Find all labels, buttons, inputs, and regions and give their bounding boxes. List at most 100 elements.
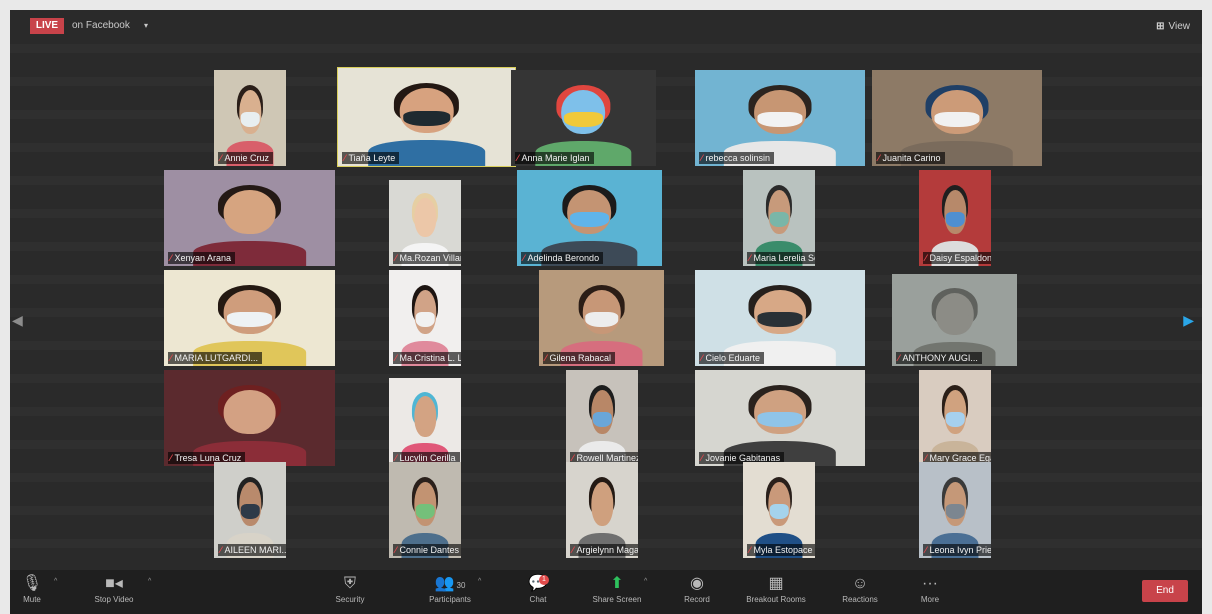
more-icon: ···	[895, 574, 965, 594]
shield-button[interactable]: ⛨ Security	[315, 574, 385, 606]
participant-name: Juanita Carino	[882, 153, 941, 163]
participant-name: Anna Marie Iglan	[521, 153, 590, 163]
face-mask	[934, 111, 980, 128]
face-mask	[226, 411, 273, 428]
participant-name: Leona Ivyn Prieto	[929, 545, 991, 555]
toolbar-label: Stop Video	[94, 595, 134, 604]
participant-tile[interactable]: ⁄ MARIA LUTGARDI...	[164, 270, 335, 366]
participant-tile[interactable]: ⁄ Juanita Carino	[872, 70, 1042, 166]
participant-tile[interactable]: ⁄ rebecca solinsin	[695, 70, 865, 166]
face-mask	[415, 503, 435, 520]
muted-mic-icon: ⁄	[701, 153, 703, 163]
toolbar-label: Share Screen	[592, 595, 642, 604]
participant-name: Maria Lerelia Sot...	[753, 253, 815, 263]
muted-mic-icon: ⁄	[925, 545, 927, 555]
face-mask	[240, 111, 260, 128]
participant-name: Myla Estopace	[753, 545, 813, 555]
participant-name-label: ⁄ Juanita Carino	[876, 152, 945, 164]
end-meeting-button[interactable]: End	[1142, 580, 1188, 602]
muted-mic-icon: ⁄	[572, 545, 574, 555]
participant-tile[interactable]: ⁄ Tresa Luna Cruz	[164, 370, 335, 466]
participant-name-label: ⁄ ANTHONY AUGI...	[896, 352, 982, 364]
face-mask	[757, 111, 803, 128]
toolbar-label: Breakout Rooms	[746, 595, 806, 604]
reactions-button[interactable]: ☺ Reactions	[825, 574, 895, 606]
participant-count: 30	[456, 581, 466, 590]
camera-button[interactable]: ■◂ Stop Video	[79, 574, 149, 606]
participant-tile[interactable]: ⁄ Gilena Rabacal	[539, 270, 664, 366]
participant-name-label: ⁄ rebecca solinsin	[699, 152, 775, 164]
participant-name-label: ⁄Ma.Cristina L. Lu...	[393, 352, 461, 364]
participant-tile[interactable]: ⁄Ma.Cristina L. Lu...	[389, 270, 461, 366]
muted-mic-icon: ⁄	[749, 545, 751, 555]
participant-tile[interactable]: ⁄ Xenyan Arana	[164, 170, 335, 266]
live-destination[interactable]: on Facebook	[72, 18, 130, 34]
participant-tile[interactable]: ⁄Mary Grace Egala	[919, 370, 991, 466]
participant-tile[interactable]: ⁄ Adelinda Berondo	[517, 170, 662, 266]
chevron-left-icon[interactable]: ◀	[12, 312, 23, 329]
participant-tile[interactable]: ⁄Leona Ivyn Prieto	[919, 462, 991, 558]
face-mask	[769, 211, 789, 228]
participant-tile[interactable]: ⁄ Jovanie Gabitanas	[695, 370, 865, 466]
participant-tile[interactable]: ⁄ Lucylin Cerilla	[389, 378, 461, 466]
chevron-up-icon[interactable]: ^	[54, 578, 57, 585]
muted-mic-icon: ⁄	[898, 353, 900, 363]
toolbar-label: Chat	[529, 595, 547, 604]
muted-mic-icon: ⁄	[878, 153, 880, 163]
view-button[interactable]: ⊞ View	[1156, 21, 1190, 32]
chat-button[interactable]: 💬 1 Chat	[503, 574, 573, 606]
participant-name: Ma.Rozan Villanu...	[399, 253, 461, 263]
participant-tile[interactable]: ⁄ Cielo Eduarte	[695, 270, 865, 366]
participant-tile[interactable]: ⁄ Daisy Espaldon	[919, 170, 991, 266]
participants-button[interactable]: 👥 30 Participants	[415, 574, 485, 606]
participant-name-label: ⁄ MARIA LUTGARDI...	[168, 352, 263, 364]
participant-tile[interactable]: ⁄Ma.Rozan Villanu...	[389, 180, 461, 266]
share-screen-button[interactable]: ⬆ Share Screen	[582, 574, 652, 606]
face-mask	[757, 411, 803, 428]
participant-tile[interactable]: ⁄Maria Lerelia Sot...	[743, 170, 815, 266]
record-button[interactable]: ◉ Record	[662, 574, 732, 606]
participant-tile[interactable]: ⁄ Rowell Martinez	[566, 370, 638, 466]
breakout-rooms-button[interactable]: ▦ Breakout Rooms	[741, 574, 811, 606]
participant-name: Adelinda Berondo	[527, 253, 600, 263]
chevron-down-icon[interactable]: ▾	[144, 18, 148, 34]
breakout-rooms-icon-glyph: ▦	[768, 575, 784, 592]
chevron-up-icon[interactable]: ^	[644, 578, 647, 585]
toolbar-label: Participants	[429, 595, 471, 604]
participant-name-label: ⁄ Daisy Espaldon	[923, 252, 991, 264]
muted-mic-icon: ⁄	[517, 153, 519, 163]
participant-name: AILEEN MARI...	[224, 545, 286, 555]
participant-name-label: ⁄ AILEEN MARI...	[218, 544, 286, 556]
participant-tile[interactable]: ⁄ Anna Marie Iglan	[511, 70, 656, 166]
chat-icon: 💬	[503, 574, 573, 594]
toolbar-label: Security	[335, 595, 365, 604]
chevron-up-icon[interactable]: ^	[148, 578, 151, 585]
chevron-up-icon[interactable]: ^	[478, 578, 481, 585]
participant-tile[interactable]: ⁄ ANTHONY AUGI...	[892, 274, 1017, 366]
participant-name-label: ⁄Leona Ivyn Prieto	[923, 544, 991, 556]
participant-tile[interactable]: ⁄ Tiaña Leyte	[337, 67, 516, 167]
participant-tile[interactable]: ⁄ Myla Estopace	[743, 462, 815, 558]
participant-tile[interactable]: ⁄ Annie Cruz	[214, 70, 286, 166]
participant-tile[interactable]: ⁄ Connie Dantes	[389, 462, 461, 558]
participant-tile[interactable]: ⁄ AILEEN MARI...	[214, 462, 286, 558]
microphone-button[interactable]: 🎙 Mute	[10, 574, 67, 606]
muted-mic-icon: ⁄	[749, 253, 751, 263]
face-mask	[240, 503, 260, 520]
live-badge[interactable]: LIVE	[30, 18, 64, 34]
face-mask	[585, 311, 618, 328]
breakout-rooms-icon: ▦	[741, 574, 811, 594]
share-screen-icon-glyph: ⬆	[610, 575, 624, 592]
muted-mic-icon: ⁄	[395, 353, 397, 363]
participant-name: Argielynn Magan...	[576, 545, 638, 555]
participant-name: ANTHONY AUGI...	[902, 353, 978, 363]
participant-tile[interactable]: ⁄Argielynn Magan...	[566, 462, 638, 558]
chevron-right-icon[interactable]: ▶	[1183, 312, 1194, 329]
share-screen-icon: ⬆	[582, 574, 652, 594]
muted-mic-icon: ⁄	[220, 153, 222, 163]
muted-mic-icon: ⁄	[701, 353, 703, 363]
grid-view-icon: ⊞	[1156, 21, 1165, 32]
participants-icon-glyph: 👥	[434, 575, 455, 592]
muted-mic-icon: ⁄	[925, 253, 927, 263]
more-button[interactable]: ··· More	[895, 574, 965, 606]
